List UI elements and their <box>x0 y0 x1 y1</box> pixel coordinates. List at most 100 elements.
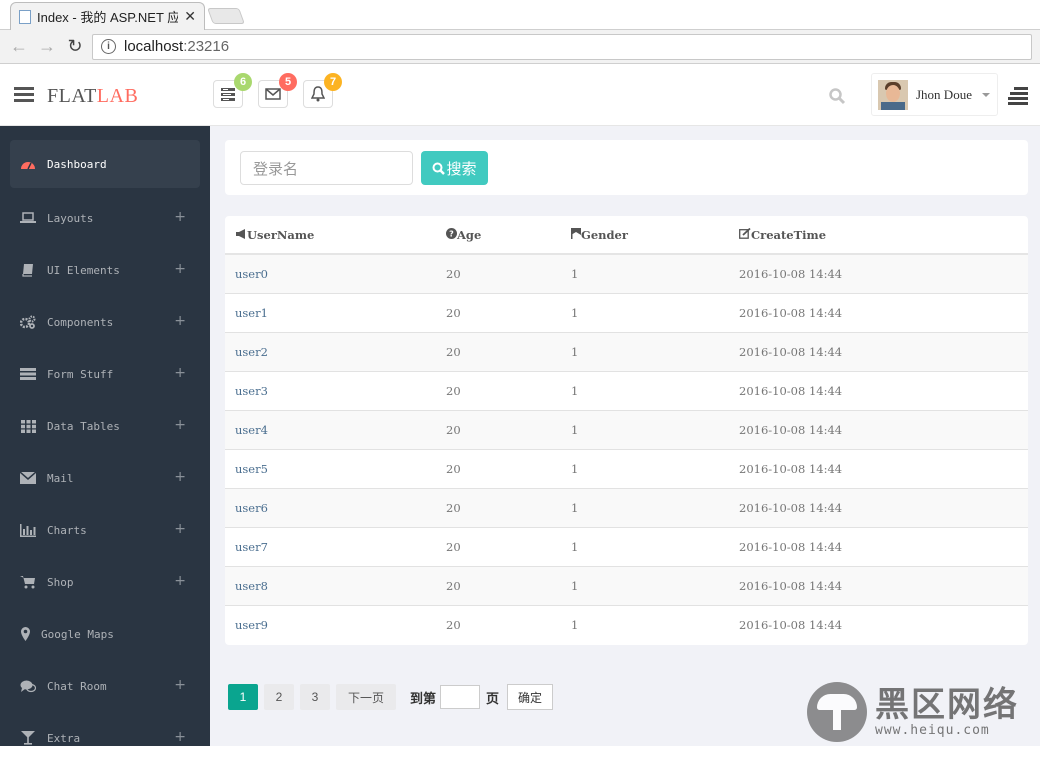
expand-plus-icon: + <box>174 521 186 537</box>
bar-chart-icon <box>20 523 36 537</box>
sidebar: Dashboard Layouts + UI Elements + Compon… <box>0 126 210 746</box>
sidebar-item-components[interactable]: Components + <box>0 296 210 348</box>
url-port: :23216 <box>183 38 230 55</box>
username-search-input[interactable]: 登录名 <box>240 151 413 185</box>
shopping-cart-icon <box>20 575 36 589</box>
sidebar-item-label: Dashboard <box>47 157 107 171</box>
cell-gender: 1 <box>561 409 729 449</box>
dashboard-icon <box>20 157 36 171</box>
sidebar-item-label: Data Tables <box>47 419 120 433</box>
table-row[interactable]: user5 20 1 2016-10-08 14:44 <box>225 448 1028 488</box>
expand-plus-icon: + <box>174 677 186 693</box>
edit-icon <box>739 227 751 239</box>
cell-createtime: 2016-10-08 14:44 <box>729 292 1028 332</box>
table-row[interactable]: user1 20 1 2016-10-08 14:44 <box>225 292 1028 332</box>
cogs-icon <box>20 315 36 329</box>
cell-gender: 1 <box>561 292 729 332</box>
cell-username[interactable]: user5 <box>225 448 436 488</box>
sidebar-item-google-maps[interactable]: Google Maps <box>0 608 210 660</box>
sidebar-item-label: Components <box>47 315 114 329</box>
sidebar-item-layouts[interactable]: Layouts + <box>0 192 210 244</box>
cell-username[interactable]: user9 <box>225 604 436 644</box>
table-row[interactable]: user6 20 1 2016-10-08 14:44 <box>225 487 1028 527</box>
cell-createtime: 2016-10-08 14:44 <box>729 448 1028 488</box>
table-row[interactable]: user0 20 1 2016-10-08 14:44 <box>225 253 1028 293</box>
table-row[interactable]: user3 20 1 2016-10-08 14:44 <box>225 370 1028 410</box>
next-page-button[interactable]: 下一页 <box>336 684 397 710</box>
new-tab-button[interactable] <box>207 8 245 24</box>
cell-gender: 1 <box>561 526 729 566</box>
cell-age: 20 <box>436 292 561 332</box>
user-dropdown[interactable]: Jhon Doue <box>871 73 998 116</box>
cell-username[interactable]: user3 <box>225 370 436 410</box>
mail-notification-button[interactable]: 5 <box>258 73 297 108</box>
cell-createtime: 2016-10-08 14:44 <box>729 370 1028 410</box>
back-arrow-icon[interactable]: ← <box>8 36 30 58</box>
page-3-button[interactable]: 3 <box>300 684 330 710</box>
sidebar-item-label: Shop <box>47 575 74 589</box>
column-header-username: UserName <box>225 216 436 255</box>
browser-tab[interactable]: Index - 我的 ASP.NET 应 ✕ <box>10 2 205 30</box>
comments-icon <box>20 679 36 693</box>
table-row[interactable]: user9 20 1 2016-10-08 14:44 <box>225 604 1028 644</box>
sidebar-item-label: UI Elements <box>47 263 120 277</box>
column-header-age: ? Age <box>436 216 561 255</box>
page-1-button[interactable]: 1 <box>228 684 258 710</box>
column-header-gender: Gender <box>561 216 729 255</box>
cell-username[interactable]: user6 <box>225 487 436 527</box>
svg-text:?: ? <box>449 229 454 238</box>
page-2-button[interactable]: 2 <box>264 684 294 710</box>
sidebar-item-chat-room[interactable]: Chat Room + <box>0 660 210 712</box>
sidebar-item-extra[interactable]: Extra + <box>0 712 210 764</box>
cell-age: 20 <box>436 487 561 527</box>
table-row[interactable]: user2 20 1 2016-10-08 14:44 <box>225 331 1028 371</box>
sidebar-item-shop[interactable]: Shop + <box>0 556 210 608</box>
alerts-notification-button[interactable]: 7 <box>303 73 342 108</box>
sidebar-item-charts[interactable]: Charts + <box>0 504 210 556</box>
reload-icon[interactable]: ↻ <box>64 36 86 58</box>
envelope-icon <box>265 88 281 100</box>
cell-createtime: 2016-10-08 14:44 <box>729 526 1028 566</box>
sidebar-item-dashboard[interactable]: Dashboard <box>10 140 200 188</box>
right-panel-toggle-icon[interactable] <box>1008 87 1028 107</box>
search-button-label: 搜索 <box>446 160 477 178</box>
expand-plus-icon: + <box>174 365 186 381</box>
cell-age: 20 <box>436 331 561 371</box>
search-icon <box>432 162 446 175</box>
forward-arrow-icon[interactable]: → <box>36 36 58 58</box>
goto-confirm-button[interactable]: 确定 <box>507 684 554 710</box>
goto-page-input[interactable] <box>440 685 481 709</box>
expand-plus-icon: + <box>174 313 186 329</box>
cell-username[interactable]: user7 <box>225 526 436 566</box>
table-row[interactable]: user7 20 1 2016-10-08 14:44 <box>225 526 1028 566</box>
sidebar-item-form-stuff[interactable]: Form Stuff + <box>0 348 210 400</box>
browser-tab-strip: Index - 我的 ASP.NET 应 ✕ <box>0 0 1040 30</box>
sidebar-item-data-tables[interactable]: Data Tables + <box>0 400 210 452</box>
logo-lab: LAB <box>96 85 139 107</box>
info-icon[interactable]: i <box>101 39 116 54</box>
cell-username[interactable]: user8 <box>225 565 436 605</box>
search-button[interactable]: 搜索 <box>421 151 488 185</box>
expand-plus-icon: + <box>174 261 186 277</box>
table-row[interactable]: user4 20 1 2016-10-08 14:44 <box>225 409 1028 449</box>
th-icon <box>20 419 36 433</box>
tasks-notification-button[interactable]: 6 <box>213 73 252 108</box>
sidebar-item-ui-elements[interactable]: UI Elements + <box>0 244 210 296</box>
avatar <box>878 79 908 110</box>
expand-plus-icon: + <box>174 729 186 745</box>
url-input[interactable]: i localhost:23216 <box>92 33 1032 60</box>
close-tab-icon[interactable]: ✕ <box>184 8 196 25</box>
table-row[interactable]: user8 20 1 2016-10-08 14:44 <box>225 565 1028 605</box>
sidebar-item-label: Charts <box>47 523 87 537</box>
cell-username[interactable]: user0 <box>225 253 436 293</box>
cell-username[interactable]: user4 <box>225 409 436 449</box>
laptop-icon <box>20 211 36 225</box>
search-icon[interactable] <box>828 87 846 105</box>
cell-username[interactable]: user2 <box>225 331 436 371</box>
sidebar-item-mail[interactable]: Mail + <box>0 452 210 504</box>
sidebar-toggle-icon[interactable] <box>14 87 34 103</box>
cell-username[interactable]: user1 <box>225 292 436 332</box>
sidebar-item-label: Google Maps <box>41 627 114 641</box>
users-table: UserName ? Age Gender CreateTime user0 20 1… <box>225 216 1028 644</box>
logo[interactable]: FLATLAB <box>47 85 138 108</box>
